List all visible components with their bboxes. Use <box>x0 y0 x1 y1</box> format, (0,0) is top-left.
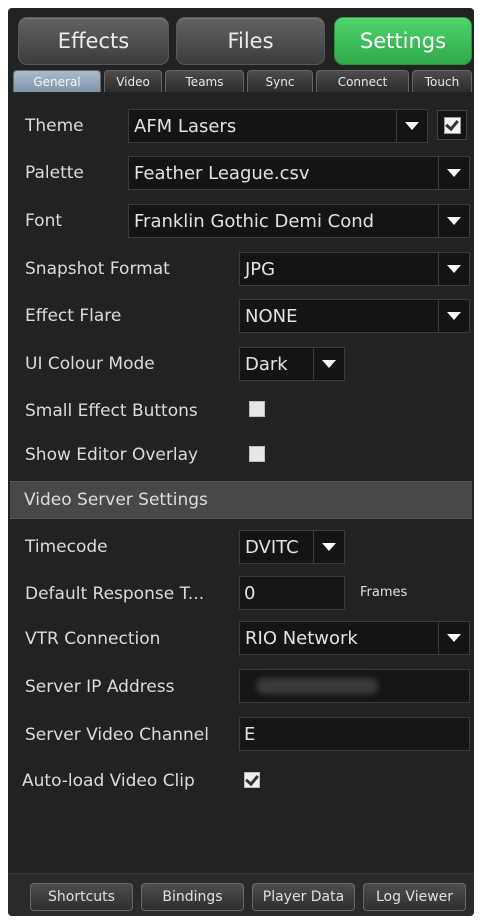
log-viewer-button-label: Log Viewer <box>375 889 454 905</box>
snapshot-format-label: Snapshot Format <box>25 259 170 279</box>
tab-effects-label: Effects <box>57 29 130 53</box>
bindings-button[interactable]: Bindings <box>141 883 244 911</box>
timecode-label: Timecode <box>25 537 108 557</box>
chevron-down-icon <box>438 253 469 285</box>
tab-effects[interactable]: Effects <box>18 17 169 65</box>
timecode-dropdown[interactable]: DVITC <box>239 530 345 564</box>
show-editor-overlay-label: Show Editor Overlay <box>25 445 199 465</box>
tab-settings[interactable]: Settings <box>334 17 472 65</box>
shortcuts-button-label: Shortcuts <box>48 889 115 905</box>
auto-load-video-clip-label: Auto-load Video Clip <box>22 771 195 791</box>
vtr-connection-dropdown[interactable]: RIO Network <box>239 621 470 655</box>
server-video-channel-label: Server Video Channel <box>25 725 209 745</box>
theme-toggle-checkbox[interactable] <box>437 110 467 140</box>
subtab-general[interactable]: General <box>13 70 101 92</box>
subtab-touch[interactable]: Touch <box>412 70 472 92</box>
player-data-button-label: Player Data <box>262 889 345 905</box>
log-viewer-button[interactable]: Log Viewer <box>363 883 466 911</box>
subtab-video-label: Video <box>116 74 150 89</box>
chevron-down-icon <box>438 300 469 332</box>
tab-files[interactable]: Files <box>176 17 325 65</box>
vtr-connection-label: VTR Connection <box>25 629 161 649</box>
theme-label: Theme <box>25 116 84 136</box>
bindings-button-label: Bindings <box>162 889 223 905</box>
theme-value: AFM Lasers <box>134 115 237 137</box>
ui-colour-mode-dropdown[interactable]: Dark <box>239 347 345 381</box>
effect-flare-label: Effect Flare <box>25 306 122 326</box>
snapshot-format-value: JPG <box>245 258 276 280</box>
server-video-channel-input[interactable]: E <box>239 717 470 751</box>
chevron-down-icon <box>313 531 344 563</box>
subtab-connect-label: Connect <box>337 74 388 89</box>
subtab-sync-label: Sync <box>265 74 295 89</box>
ui-colour-mode-label: UI Colour Mode <box>25 354 155 374</box>
theme-dropdown[interactable]: AFM Lasers <box>128 109 428 143</box>
default-response-input[interactable]: 0 <box>239 576 345 610</box>
tab-files-label: Files <box>227 29 274 53</box>
subtab-teams[interactable]: Teams <box>165 70 244 92</box>
font-label: Font <box>25 211 63 231</box>
ui-colour-mode-value: Dark <box>245 353 288 375</box>
subtab-general-label: General <box>33 74 81 89</box>
video-server-settings-header: Video Server Settings <box>10 481 472 519</box>
server-ip-label: Server IP Address <box>25 677 175 697</box>
subtab-teams-label: Teams <box>185 74 224 89</box>
effect-flare-value: NONE <box>245 305 298 327</box>
auto-load-video-clip-checkbox[interactable] <box>244 771 260 788</box>
redacted-ip-blur <box>256 678 378 694</box>
server-ip-input[interactable] <box>239 669 470 703</box>
small-effect-buttons-checkbox[interactable] <box>249 401 265 417</box>
chevron-down-icon <box>438 622 469 654</box>
palette-dropdown[interactable]: Feather League.csv <box>128 156 470 190</box>
palette-label: Palette <box>25 163 84 183</box>
chevron-down-icon <box>438 205 469 237</box>
settings-panel: Effects Files Settings General Video Tea… <box>8 8 474 916</box>
bottom-toolbar: Shortcuts Bindings Player Data Log Viewe… <box>8 873 474 916</box>
tab-settings-label: Settings <box>359 29 447 53</box>
snapshot-format-dropdown[interactable]: JPG <box>239 252 470 286</box>
show-editor-overlay-checkbox[interactable] <box>249 446 265 462</box>
vtr-connection-value: RIO Network <box>245 627 358 649</box>
subtab-video[interactable]: Video <box>104 70 162 92</box>
subtab-connect[interactable]: Connect <box>316 70 409 92</box>
chevron-down-icon <box>396 110 427 142</box>
font-dropdown[interactable]: Franklin Gothic Demi Cond <box>128 204 470 238</box>
small-effect-buttons-label: Small Effect Buttons <box>25 401 198 421</box>
font-value: Franklin Gothic Demi Cond <box>134 210 375 232</box>
timecode-value: DVITC <box>245 536 299 558</box>
frames-unit-label: Frames <box>360 585 408 600</box>
effect-flare-dropdown[interactable]: NONE <box>239 299 470 333</box>
default-response-label: Default Response T... <box>25 584 205 604</box>
palette-value: Feather League.csv <box>134 162 310 184</box>
chevron-down-icon <box>438 157 469 189</box>
subtab-sync[interactable]: Sync <box>247 70 313 92</box>
section-title: Video Server Settings <box>24 490 208 510</box>
checkbox-checked-icon <box>444 116 461 134</box>
chevron-down-icon <box>313 348 344 380</box>
subtab-touch-label: Touch <box>424 74 460 89</box>
check-icon <box>245 771 259 787</box>
player-data-button[interactable]: Player Data <box>252 883 355 911</box>
shortcuts-button[interactable]: Shortcuts <box>30 883 133 911</box>
